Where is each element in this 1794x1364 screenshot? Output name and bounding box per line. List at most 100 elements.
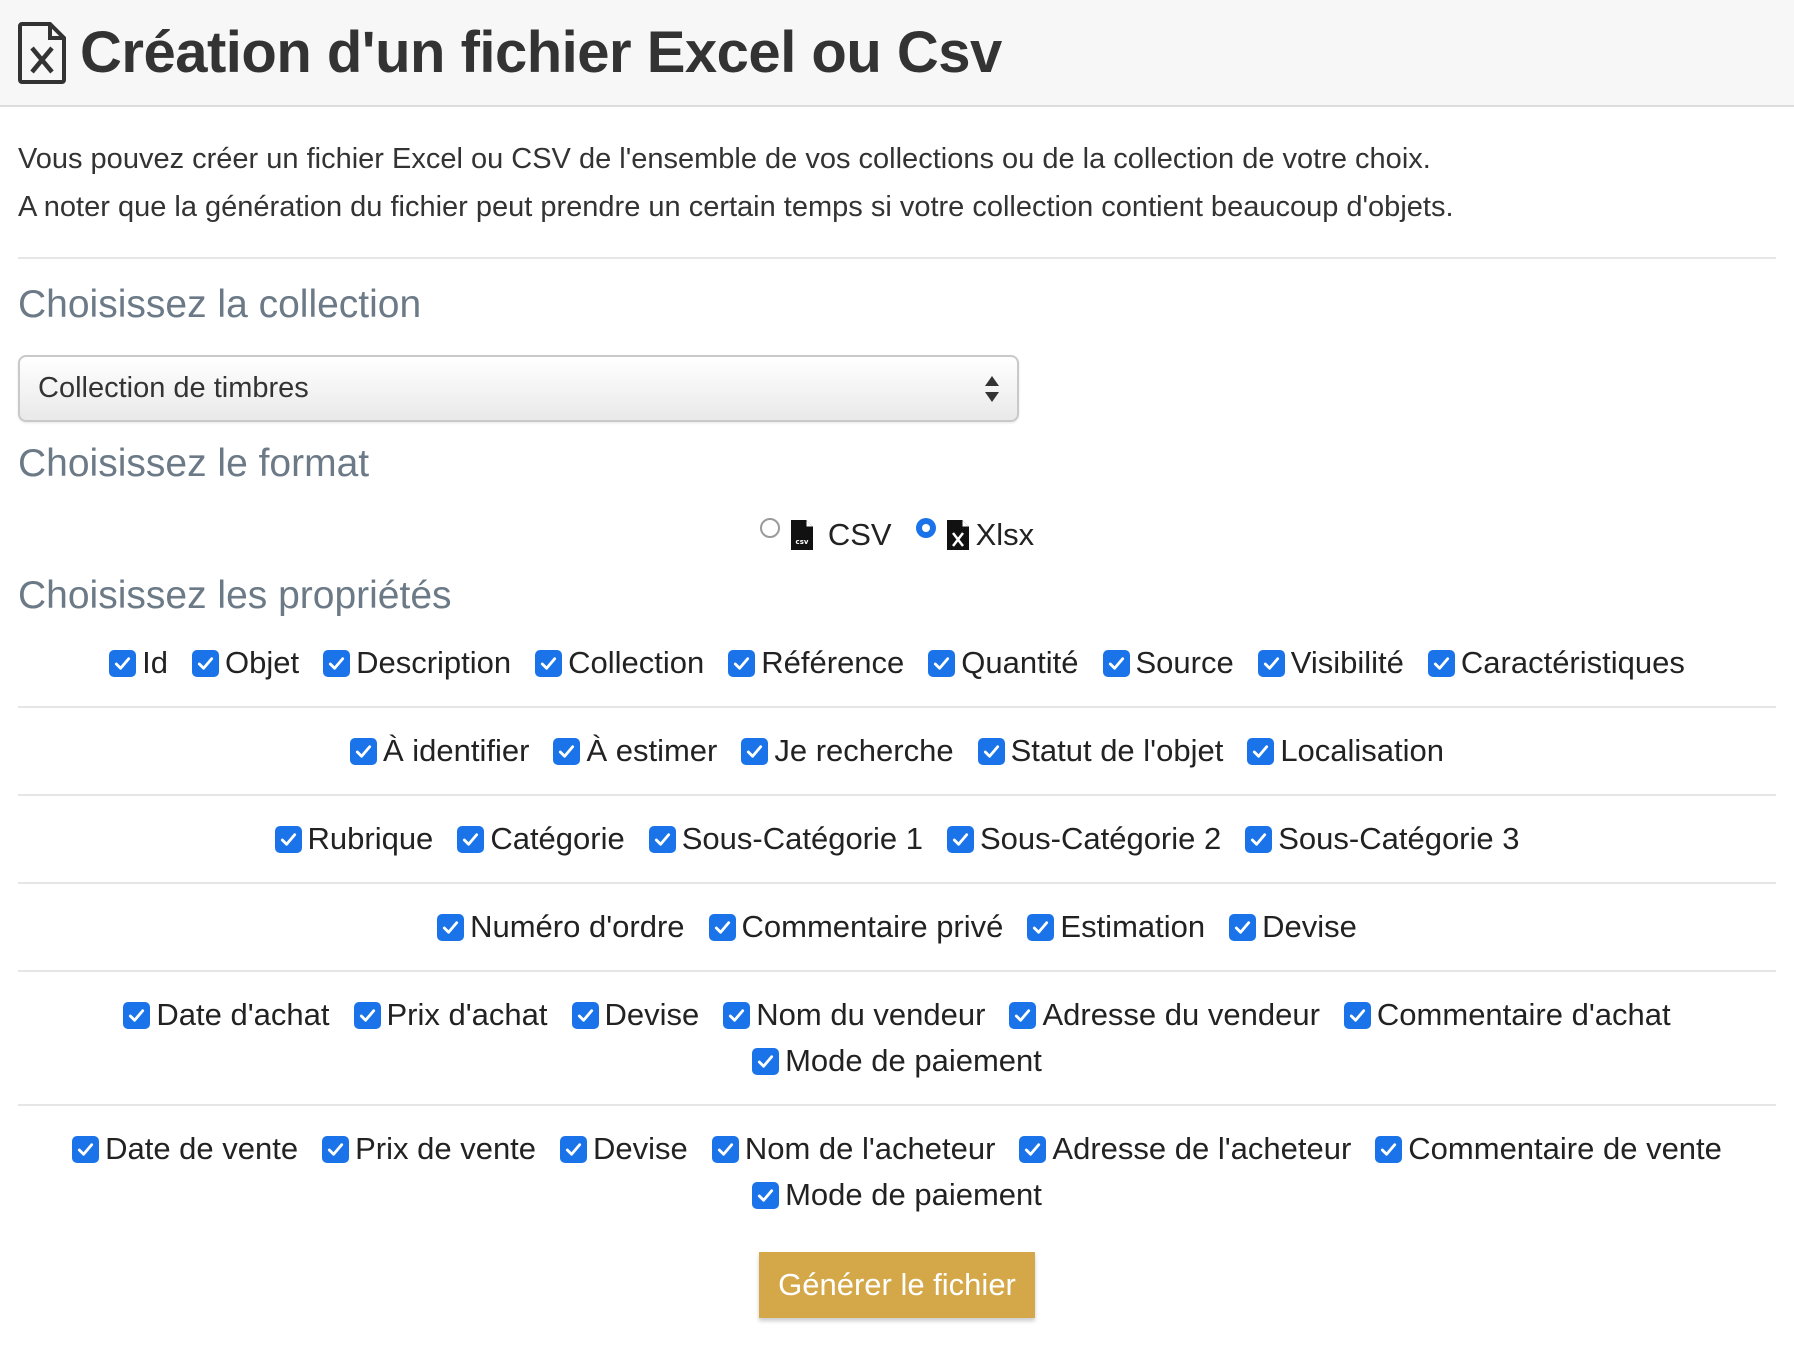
format-label-xlsx: Xlsx: [975, 517, 1035, 552]
property-checkbox-item[interactable]: Collection: [535, 640, 704, 686]
properties-list: Id Objet Description Collection Référence Qua…: [18, 620, 1776, 1238]
checkbox-checked-icon[interactable]: [274, 825, 302, 853]
checkbox-checked-icon[interactable]: [109, 649, 137, 677]
checkbox-checked-icon[interactable]: [322, 1135, 350, 1163]
checkbox-checked-icon[interactable]: [946, 825, 974, 853]
checkbox-checked-icon[interactable]: [648, 825, 676, 853]
property-checkbox-item[interactable]: Adresse de l'acheteur: [1019, 1126, 1351, 1172]
checkbox-checked-icon[interactable]: [728, 649, 756, 677]
property-checkbox-item[interactable]: Prix de vente: [322, 1126, 536, 1172]
property-checkbox-item[interactable]: Date de vente: [72, 1126, 298, 1172]
intro-text: Vous pouvez créer un fichier Excel ou CS…: [18, 107, 1776, 259]
checkbox-checked-icon[interactable]: [553, 737, 581, 765]
checkbox-checked-icon[interactable]: [1019, 1135, 1047, 1163]
property-checkbox-item[interactable]: Catégorie: [457, 816, 625, 862]
checkbox-checked-icon[interactable]: [1027, 913, 1055, 941]
property-checkbox-item[interactable]: Prix d'achat: [353, 992, 548, 1038]
property-label: À identifier: [382, 733, 530, 768]
property-checkbox-item[interactable]: Description: [323, 640, 511, 686]
property-checkbox-item[interactable]: Mode de paiement: [752, 1038, 1042, 1084]
property-checkbox-item[interactable]: Commentaire de vente: [1375, 1126, 1722, 1172]
format-radio-xlsx[interactable]: [915, 518, 936, 538]
property-label: Commentaire privé: [741, 909, 1004, 944]
property-checkbox-item[interactable]: Je recherche: [741, 728, 954, 774]
property-checkbox-item[interactable]: Nom de l'acheteur: [711, 1126, 995, 1172]
format-option-xlsx[interactable]: Xlsx: [915, 517, 1035, 553]
property-checkbox-item[interactable]: Caractéristiques: [1427, 640, 1685, 686]
property-checkbox-item[interactable]: Mode de paiement: [752, 1172, 1042, 1218]
format-radio-csv[interactable]: [759, 518, 780, 538]
svg-text:csv: csv: [795, 538, 808, 546]
intro-line-2: A noter que la génération du fichier peu…: [18, 191, 1454, 223]
property-checkbox-item[interactable]: Sous-Catégorie 1: [648, 816, 923, 862]
checkbox-checked-icon[interactable]: [1102, 649, 1130, 677]
checkbox-checked-icon[interactable]: [741, 737, 769, 765]
checkbox-checked-icon[interactable]: [708, 913, 736, 941]
checkbox-checked-icon[interactable]: [928, 649, 956, 677]
checkbox-checked-icon[interactable]: [1245, 825, 1273, 853]
property-checkbox-item[interactable]: Objet: [191, 640, 300, 686]
checkbox-checked-icon[interactable]: [437, 913, 465, 941]
properties-section-title: Choisissez les propriétés: [18, 574, 452, 617]
checkbox-checked-icon[interactable]: [191, 649, 219, 677]
property-label: Référence: [761, 645, 905, 680]
checkbox-checked-icon[interactable]: [349, 737, 377, 765]
format-option-csv[interactable]: csv CSV: [759, 517, 892, 553]
property-checkbox-item[interactable]: Rubrique: [274, 816, 433, 862]
checkbox-checked-icon[interactable]: [977, 737, 1005, 765]
checkbox-checked-icon[interactable]: [1009, 1001, 1037, 1029]
property-checkbox-item[interactable]: Date d'achat: [123, 992, 330, 1038]
checkbox-checked-icon[interactable]: [535, 649, 563, 677]
checkbox-checked-icon[interactable]: [571, 1001, 599, 1029]
property-checkbox-item[interactable]: Devise: [1229, 904, 1357, 950]
property-checkbox-item[interactable]: Numéro d'ordre: [437, 904, 685, 950]
checkbox-checked-icon[interactable]: [457, 825, 485, 853]
property-checkbox-item[interactable]: Nom du vendeur: [723, 992, 985, 1038]
property-checkbox-item[interactable]: Source: [1102, 640, 1234, 686]
checkbox-checked-icon[interactable]: [711, 1135, 739, 1163]
property-row: Rubrique Catégorie Sous-Catégorie 1 Sous-Ca…: [18, 796, 1776, 884]
property-checkbox-item[interactable]: Commentaire d'achat: [1343, 992, 1671, 1038]
property-checkbox-item[interactable]: Devise: [560, 1126, 688, 1172]
checkbox-checked-icon[interactable]: [323, 649, 351, 677]
checkbox-checked-icon[interactable]: [72, 1135, 100, 1163]
property-checkbox-item[interactable]: Sous-Catégorie 2: [946, 816, 1221, 862]
property-checkbox-item[interactable]: Estimation: [1027, 904, 1205, 950]
property-label: Objet: [224, 645, 300, 680]
generate-file-button[interactable]: Générer le fichier: [759, 1252, 1035, 1318]
property-checkbox-item[interactable]: Sous-Catégorie 3: [1245, 816, 1519, 862]
property-row: Numéro d'ordre Commentaire privé Estimatio…: [18, 884, 1776, 972]
property-label: Je recherche: [774, 733, 954, 768]
checkbox-checked-icon[interactable]: [723, 1001, 751, 1029]
property-checkbox-item[interactable]: Devise: [571, 992, 700, 1038]
property-checkbox-item[interactable]: Localisation: [1247, 728, 1444, 774]
format-label-csv: CSV: [827, 517, 892, 552]
checkbox-checked-icon[interactable]: [1375, 1135, 1403, 1163]
checkbox-checked-icon[interactable]: [1343, 1001, 1371, 1029]
property-checkbox-item[interactable]: Commentaire privé: [708, 904, 1004, 950]
checkbox-checked-icon[interactable]: [123, 1001, 151, 1029]
property-label: Devise: [604, 997, 700, 1032]
property-label: Caractéristiques: [1460, 645, 1685, 680]
property-label: Devise: [1262, 909, 1357, 944]
property-checkbox-item[interactable]: À identifier: [349, 728, 530, 774]
checkbox-checked-icon[interactable]: [752, 1047, 780, 1075]
property-label: Sous-Catégorie 1: [681, 821, 923, 856]
checkbox-checked-icon[interactable]: [560, 1135, 588, 1163]
property-checkbox-item[interactable]: Statut de l'objet: [977, 728, 1223, 774]
property-checkbox-item[interactable]: Quantité: [928, 640, 1079, 686]
checkbox-checked-icon[interactable]: [752, 1181, 780, 1209]
property-checkbox-item[interactable]: Visibilité: [1257, 640, 1404, 686]
checkbox-checked-icon[interactable]: [1257, 649, 1285, 677]
collection-select[interactable]: Collection de timbres: [18, 355, 1019, 422]
checkbox-checked-icon[interactable]: [1427, 649, 1455, 677]
checkbox-checked-icon[interactable]: [1229, 913, 1257, 941]
checkbox-checked-icon[interactable]: [1247, 737, 1275, 765]
checkbox-checked-icon[interactable]: [353, 1001, 381, 1029]
property-checkbox-item[interactable]: Référence: [728, 640, 904, 686]
page-title: Création d'un fichier Excel ou Csv: [80, 20, 1002, 85]
property-checkbox-item[interactable]: Adresse du vendeur: [1009, 992, 1320, 1038]
property-checkbox-item[interactable]: Id: [109, 640, 168, 686]
property-checkbox-item[interactable]: À estimer: [553, 728, 717, 774]
collection-section-title: Choisissez la collection: [18, 283, 422, 326]
